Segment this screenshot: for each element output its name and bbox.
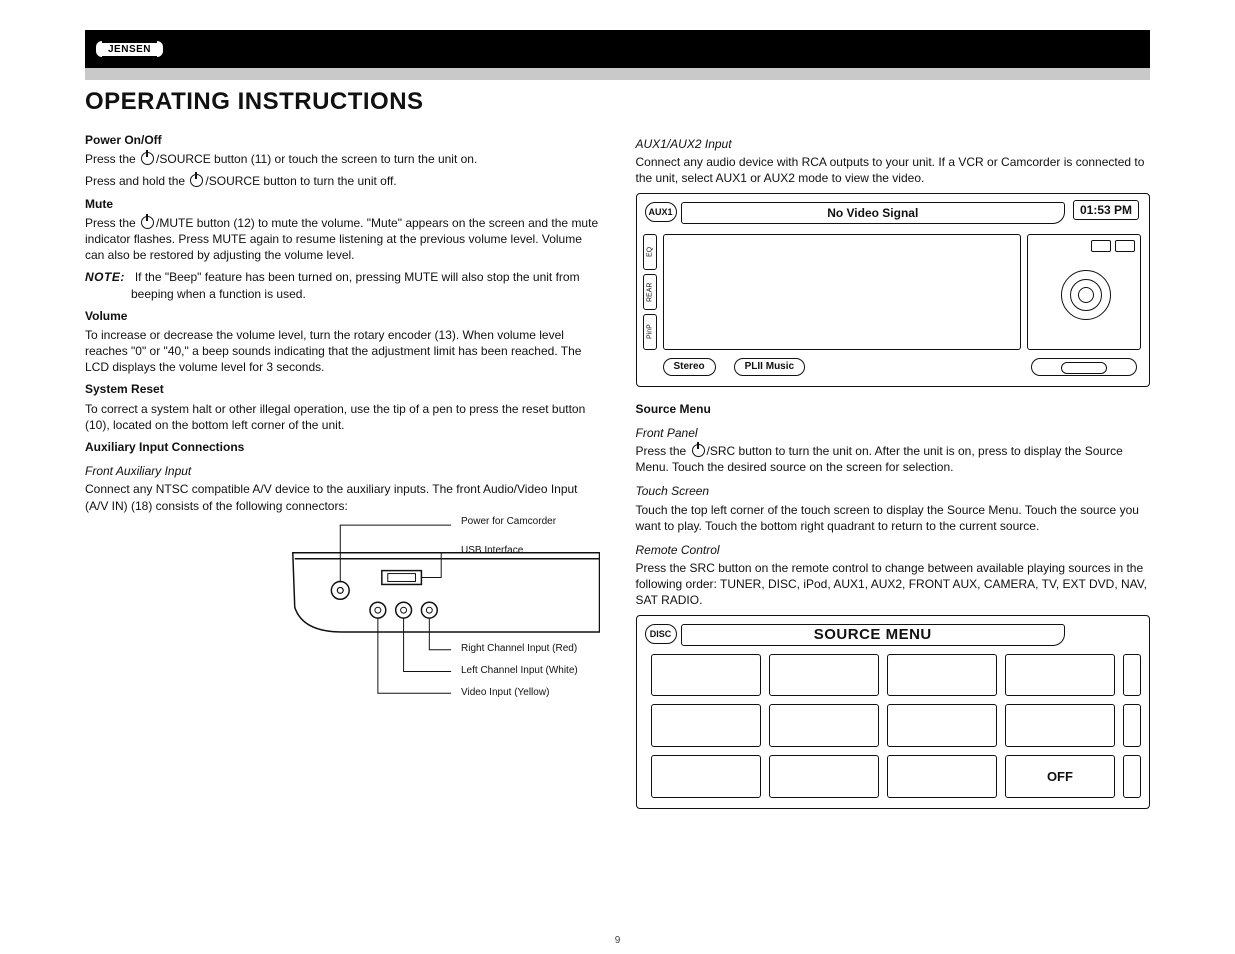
src-cell	[769, 704, 879, 747]
brand-logo: JENSEN	[93, 40, 166, 58]
header-black-bar: JENSEN	[85, 30, 1150, 68]
power-icon	[141, 216, 154, 229]
src-grid: OFF	[651, 654, 1116, 798]
section-volume: Volume	[85, 308, 600, 324]
body-text: Press and hold the /SOURCE button to tur…	[85, 173, 600, 189]
src-scroll-seg	[1123, 654, 1141, 697]
src-cell	[651, 704, 761, 747]
note-body: If the "Beep" feature has been turned on…	[131, 270, 580, 300]
src-cell	[887, 654, 997, 697]
diagram-label-right: Right Channel Input (Red)	[461, 643, 577, 654]
lcd-title: No Video Signal	[681, 202, 1066, 224]
section-aux: Auxiliary Input Connections	[85, 439, 600, 455]
note: NOTE:If the "Beep" feature has been turn…	[131, 269, 600, 301]
page-number: 9	[0, 935, 1235, 946]
lcd-footer: Stereo PLII Music	[663, 358, 1022, 376]
src-cell	[1005, 654, 1115, 697]
subhead-touch-screen: Touch Screen	[636, 483, 1151, 499]
src-cell-off: OFF	[1005, 755, 1115, 798]
src-title: SOURCE MENU	[681, 624, 1066, 646]
subhead-front-panel: Front Panel	[636, 425, 1151, 441]
src-cell	[769, 755, 879, 798]
src-scroll-seg	[1123, 755, 1141, 798]
diagram-label-left: Left Channel Input (White)	[461, 665, 578, 676]
brand-text: JENSEN	[102, 43, 157, 56]
lcd-mockup-source-menu: DISC SOURCE MENU OFF	[636, 615, 1151, 809]
power-icon	[141, 152, 154, 165]
header-gray-bar	[85, 68, 1150, 80]
src-cell	[651, 654, 761, 697]
src-cell	[651, 755, 761, 798]
section-power: Power On/Off	[85, 132, 600, 148]
src-cell	[1005, 704, 1115, 747]
power-icon	[190, 174, 203, 187]
lcd-mockup-aux: AUX1 No Video Signal 01:53 PM EQ REAR Pi…	[636, 193, 1151, 387]
body-text: Connect any audio device with RCA output…	[636, 154, 1151, 186]
src-cell	[887, 755, 997, 798]
section-mute: Mute	[85, 196, 600, 212]
src-cell	[887, 704, 997, 747]
diagram-label-video: Video Input (Yellow)	[461, 687, 549, 698]
body-text: Touch the top left corner of the touch s…	[636, 502, 1151, 534]
lcd-footer-stereo: Stereo	[663, 358, 716, 376]
right-column: AUX1/AUX2 Input Connect any audio device…	[636, 128, 1151, 924]
body-text: Press the /MUTE button (12) to mute the …	[85, 215, 600, 264]
body-text: Press the /SRC button to turn the unit o…	[636, 443, 1151, 475]
section-source-menu: Source Menu	[636, 401, 1151, 417]
left-column: Power On/Off Press the /SOURCE button (1…	[85, 128, 600, 924]
src-badge: DISC	[645, 624, 677, 644]
lcd-mini-icons	[1091, 240, 1135, 252]
src-scroll	[1123, 654, 1141, 798]
section-reset: System Reset	[85, 381, 600, 397]
lcd-tab-eq: EQ	[643, 234, 657, 270]
subhead-front-aux: Front Auxiliary Input	[85, 463, 600, 479]
lcd-tab-pinp: PinP	[643, 314, 657, 350]
lcd-tab-rear: REAR	[643, 274, 657, 310]
lcd-side-tabs: EQ REAR PinP	[643, 234, 657, 350]
body-text: To increase or decrease the volume level…	[85, 327, 600, 376]
lcd-screen-area	[663, 234, 1022, 350]
diagram-label-usb: USB Interface	[461, 545, 523, 556]
diagram-label-power: Power for Camcorder	[461, 516, 556, 527]
hardware-diagram: Power for Camcorder USB Interface Right …	[85, 512, 600, 742]
body-text: Connect any NTSC compatible A/V device t…	[85, 481, 600, 513]
body-text: To correct a system halt or other illega…	[85, 401, 600, 433]
lcd-clock: 01:53 PM	[1073, 200, 1139, 220]
lcd-footer-plii: PLII Music	[734, 358, 805, 376]
power-icon	[692, 444, 705, 457]
lcd-source-badge: AUX1	[645, 202, 677, 222]
subhead-aux12: AUX1/AUX2 Input	[636, 136, 1151, 152]
page-title: OPERATING INSTRUCTIONS	[85, 88, 424, 116]
note-label: NOTE:	[85, 270, 135, 284]
lcd-bar-button	[1031, 358, 1137, 376]
body-text: Press the SRC button on the remote contr…	[636, 560, 1151, 609]
subhead-remote: Remote Control	[636, 542, 1151, 558]
body-text: Press the /SOURCE button (11) or touch t…	[85, 151, 600, 167]
lcd-dpad	[1061, 270, 1111, 320]
src-cell	[769, 654, 879, 697]
src-scroll-seg	[1123, 704, 1141, 747]
